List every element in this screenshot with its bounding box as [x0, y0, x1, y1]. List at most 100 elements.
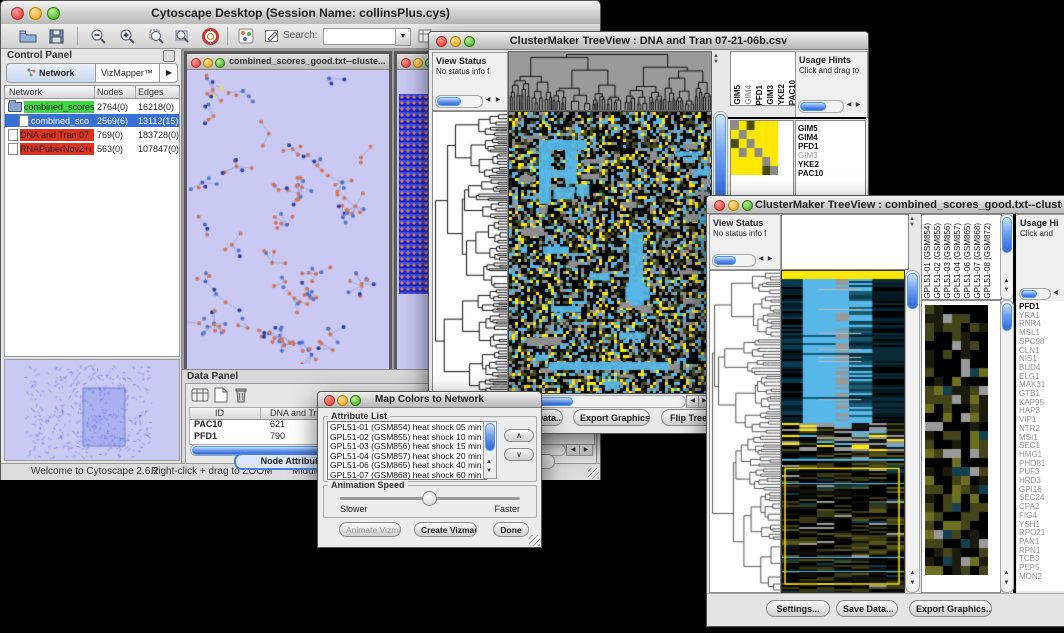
- zoom-button[interactable]: [742, 200, 753, 211]
- attribute-item[interactable]: GPL51-07 (GSM868) heat shock 60 min: [330, 471, 486, 480]
- search-dropdown-icon[interactable]: ▼: [395, 28, 411, 46]
- gene-label[interactable]: GIM4: [798, 133, 865, 142]
- scroll-up-icon[interactable]: ▲: [908, 569, 917, 578]
- close-button[interactable]: [191, 58, 201, 68]
- network-view-canvas[interactable]: [187, 69, 383, 364]
- new-attribute-icon[interactable]: [214, 387, 228, 408]
- scroll-right-icon[interactable]: ▶: [765, 255, 775, 264]
- tab-vizmapper[interactable]: VizMapper™: [95, 64, 159, 82]
- scroll-down-icon[interactable]: ▼: [1002, 286, 1011, 295]
- tab-network[interactable]: Network: [7, 64, 96, 82]
- attribute-list[interactable]: GPL51-01 (GSM854) heat shock 05 minGPL51…: [327, 421, 487, 480]
- network-row-combined-scores[interactable]: combined_scores_ 2764(0) 16218(0): [5, 100, 179, 113]
- attribute-item[interactable]: GPL51-04 (GSM857) heat shock 20 min: [330, 452, 486, 462]
- search-input[interactable]: [323, 28, 399, 45]
- minimize-button[interactable]: [337, 395, 348, 406]
- attribute-item[interactable]: GPL51-03 (GSM856) heat shock 15 min: [330, 442, 486, 452]
- attribute-item[interactable]: GPL51-01 (GSM854) heat shock 05 min: [330, 423, 486, 433]
- scroll-down-icon[interactable]: ▼: [484, 467, 494, 476]
- close-button[interactable]: [401, 58, 411, 68]
- close-button[interactable]: [714, 200, 725, 211]
- save-data-button[interactable]: Save Data...: [836, 600, 898, 617]
- treeview2-titlebar[interactable]: ClusterMaker TreeView : combined_scores_…: [707, 196, 1064, 214]
- scroll-left-icon[interactable]: ◀: [483, 96, 493, 105]
- gene-label[interactable]: PAC10: [798, 169, 865, 178]
- treeview1-titlebar[interactable]: ClusterMaker TreeView : DNA and Tran 07-…: [429, 32, 868, 50]
- move-up-button[interactable]: ∧: [504, 429, 534, 442]
- row-dendrogram[interactable]: [709, 270, 781, 593]
- resize-grip[interactable]: [588, 468, 599, 479]
- export-graphics-button[interactable]: Export Graphics...: [573, 409, 650, 426]
- zoom-selected-icon[interactable]: [143, 26, 169, 46]
- scrollbar-thumb[interactable]: [907, 273, 918, 309]
- float-panel-icon[interactable]: [163, 50, 175, 62]
- close-button[interactable]: [11, 7, 24, 20]
- animate-vizmap-button[interactable]: Animate Vizmap: [339, 522, 401, 537]
- scrollbar-thumb[interactable]: [1002, 303, 1012, 331]
- close-button[interactable]: [436, 36, 447, 47]
- network-frame1-titlebar[interactable]: combined_scores_good.txt--cluste...: [187, 54, 389, 70]
- scroll-down-icon[interactable]: ▼: [1002, 579, 1011, 588]
- tabs-more-button[interactable]: ▶: [159, 64, 178, 82]
- attribute-item[interactable]: GPL51-02 (GSM855) heat shock 10 min: [330, 433, 486, 443]
- view-status-scrollbar[interactable]: [712, 254, 756, 267]
- zoom-heatmap-canvas[interactable]: [731, 121, 778, 175]
- attribute-select-icon[interactable]: [191, 387, 209, 408]
- scrollbar-thumb[interactable]: [437, 97, 461, 106]
- vizmapper-icon[interactable]: [233, 26, 259, 46]
- heatmap-canvas[interactable]: [508, 111, 712, 394]
- zoom-heatmap-canvas[interactable]: [925, 305, 988, 575]
- scroll-right-icon[interactable]: ▶: [493, 96, 503, 105]
- zoom-fit-icon[interactable]: [169, 26, 195, 46]
- usage-hints-scrollbar[interactable]: [1019, 288, 1051, 300]
- zoom-vscrollbar[interactable]: ▲ ▼: [1000, 300, 1014, 593]
- network-list-header[interactable]: Network Nodes Edges: [5, 86, 179, 99]
- scroll-right-icon[interactable]: ▶: [853, 101, 863, 110]
- zoom-out-icon[interactable]: [85, 26, 111, 46]
- minimize-button[interactable]: [450, 36, 461, 47]
- annotation-icon[interactable]: [259, 26, 285, 46]
- birdseye-canvas[interactable]: [5, 360, 179, 460]
- delete-attribute-icon[interactable]: [234, 387, 248, 408]
- minimize-button[interactable]: [728, 200, 739, 211]
- zoom-button[interactable]: [215, 58, 225, 68]
- gene-label[interactable]: YKE2: [798, 160, 865, 169]
- resize-grip[interactable]: [529, 535, 540, 546]
- scroll-up-icon[interactable]: ▲: [484, 458, 494, 467]
- gene-label[interactable]: PFD1: [798, 142, 865, 151]
- scrollbar-thumb[interactable]: [715, 114, 726, 202]
- open-icon[interactable]: [15, 26, 41, 46]
- scrollbar-thumb[interactable]: [800, 102, 826, 111]
- help-icon[interactable]: [197, 26, 223, 46]
- minimize-button[interactable]: [413, 58, 423, 68]
- view-status-scrollbar[interactable]: [435, 95, 483, 108]
- column-dendrogram-area[interactable]: [781, 214, 909, 270]
- scroll-left-icon[interactable]: ◀: [566, 444, 580, 456]
- gene-label[interactable]: GIM3: [798, 151, 865, 160]
- gene-label[interactable]: MON2: [1019, 573, 1064, 582]
- column-labels-scrollbar[interactable]: ▲ ▼: [1000, 214, 1014, 300]
- create-vizmap-button[interactable]: Create Vizmap: [414, 522, 477, 537]
- usage-hints-scrollbar[interactable]: [798, 100, 844, 113]
- scroll-up-icon[interactable]: ▲▼: [909, 216, 915, 228]
- scrollbar-thumb[interactable]: [1021, 290, 1037, 298]
- heatmap-vscrollbar[interactable]: ▲ ▼: [905, 270, 920, 593]
- scroll-right-icon[interactable]: ▶: [579, 444, 593, 456]
- column-dendrogram[interactable]: [508, 51, 712, 111]
- export-graphics-button[interactable]: Export Graphics...: [909, 600, 992, 617]
- done-button[interactable]: Done: [493, 522, 529, 537]
- row-dendrogram[interactable]: [432, 111, 508, 394]
- scroll-up-icon[interactable]: ▲: [1002, 277, 1011, 286]
- speed-slider-thumb[interactable]: [422, 491, 437, 506]
- birdseye-view[interactable]: [4, 359, 180, 461]
- cytoscape-titlebar[interactable]: Cytoscape Desktop (Session Name: collins…: [1, 1, 600, 25]
- zoom-in-icon[interactable]: [114, 26, 140, 46]
- network-row-selected[interactable]: combined_sco 2569(6) 13112(15): [5, 114, 179, 127]
- scrollbar-thumb[interactable]: [714, 256, 736, 265]
- dialog-titlebar[interactable]: Map Colors to Network: [318, 392, 541, 408]
- network-row-rnapuber[interactable]: RNAPuberNov2+ı 563(0) 107847(0): [5, 142, 179, 155]
- gene-label[interactable]: GIM5: [798, 124, 865, 133]
- scrollbar-thumb[interactable]: [485, 423, 495, 451]
- move-down-button[interactable]: ∨: [504, 448, 534, 461]
- heatmap-canvas[interactable]: [781, 270, 905, 593]
